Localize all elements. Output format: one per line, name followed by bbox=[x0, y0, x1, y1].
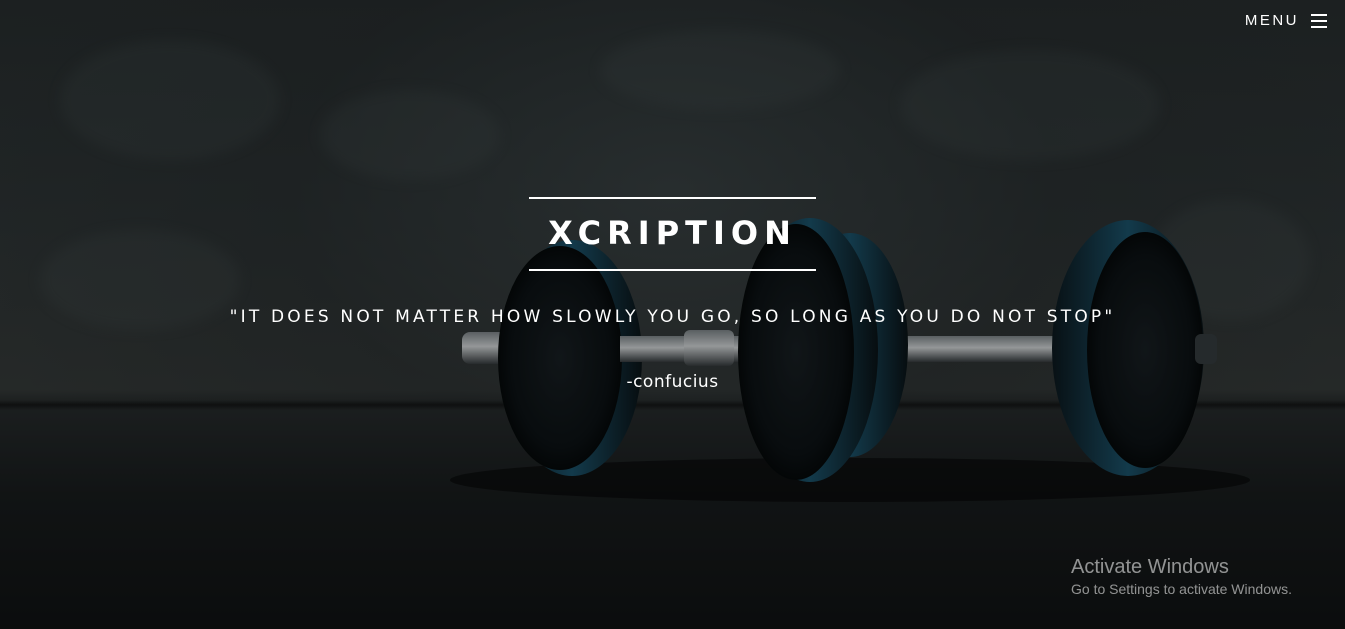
hero-quote: "IT DOES NOT MATTER HOW SLOWLY YOU GO, S… bbox=[229, 307, 1116, 327]
activate-windows-watermark: Activate Windows Go to Settings to activ… bbox=[1071, 555, 1292, 599]
title-divider-bottom bbox=[529, 269, 816, 271]
menu-label: MENU bbox=[1244, 12, 1299, 29]
menu-button[interactable]: MENU bbox=[1245, 12, 1327, 29]
hamburger-icon bbox=[1311, 13, 1327, 28]
title-divider-top bbox=[529, 197, 816, 199]
watermark-title: Activate Windows bbox=[1071, 556, 1229, 578]
watermark-subtitle: Go to Settings to activate Windows. bbox=[1071, 581, 1292, 597]
site-title: XCRIPTION bbox=[548, 214, 797, 252]
quote-author: -confucius bbox=[626, 372, 719, 392]
hero-section: MENU XCRIPTION "IT DOES NOT MATTER HOW S… bbox=[0, 0, 1345, 629]
